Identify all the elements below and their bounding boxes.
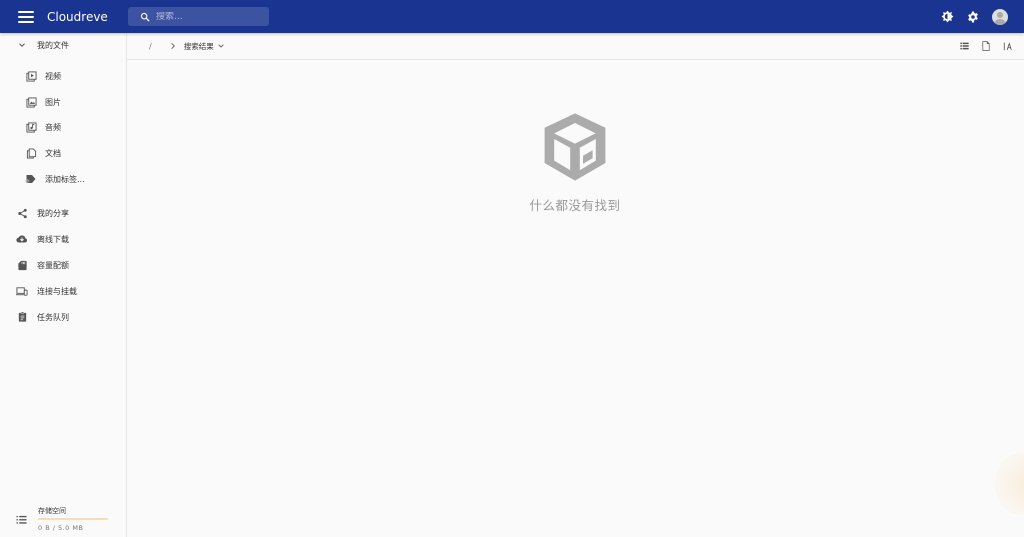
empty-state: 什么都没有找到 (520, 107, 630, 214)
sidebar-item-label: 任务队列 (37, 312, 69, 322)
sidebar-item-audio[interactable]: 音频 (0, 116, 126, 138)
tag-add-icon (25, 173, 37, 185)
sidebar-item-connections[interactable]: 连接与挂载 (0, 280, 126, 302)
sidebar-item-label: 音频 (45, 122, 61, 132)
sidebar-item-task-queue[interactable]: 任务队列 (0, 306, 126, 328)
brightness-icon (941, 10, 953, 23)
storage-progress-bar (38, 518, 108, 520)
breadcrumb-current-label: 搜索结果 (183, 41, 214, 51)
main-content: / 搜索结果 什么都没有找到 (127, 33, 1024, 537)
sidebar-item-label: 离线下载 (37, 234, 69, 244)
sort-button[interactable] (1002, 40, 1014, 52)
navigator-toolbar: / 搜索结果 (127, 33, 1024, 60)
cloud-download-icon (16, 233, 28, 245)
sidebar-item-image[interactable]: 图片 (0, 91, 126, 113)
sidebar-item-offline-download[interactable]: 离线下载 (0, 228, 126, 250)
video-file-icon (25, 70, 37, 82)
list-view-icon (959, 42, 969, 50)
search-icon (140, 12, 150, 21)
document-file-icon (25, 147, 37, 159)
chevron-down-icon[interactable] (16, 39, 28, 51)
storage-list-icon (16, 510, 27, 529)
storage-panel[interactable]: 存储空间 0 B / 5.0 MB (0, 503, 126, 537)
menu-icon[interactable] (18, 10, 34, 23)
sidebar-item-document[interactable]: 文档 (0, 142, 126, 164)
new-file-button[interactable] (980, 40, 992, 52)
breadcrumb-root[interactable]: / (149, 42, 152, 51)
theme-toggle-button[interactable] (938, 8, 956, 26)
sidebar-item-label: 我的文件 (37, 40, 69, 50)
sidebar-item-label: 容量配额 (37, 260, 69, 270)
sidebar-item-label: 文档 (45, 148, 61, 158)
sort-alpha-icon (1003, 41, 1012, 50)
chevron-down-icon (218, 44, 224, 48)
breadcrumb-current[interactable]: 搜索结果 (184, 41, 225, 52)
app-title[interactable]: Cloudreve (47, 10, 128, 24)
sidebar: 我的文件 视频 图片 音频 文档 添加标签... 我的分享 离线下载 容量配额 … (0, 33, 127, 537)
devices-icon (16, 285, 28, 297)
sidebar-item-label: 连接与挂载 (37, 286, 77, 296)
decorative-circle (992, 453, 1024, 515)
avatar[interactable] (992, 8, 1008, 25)
search-input[interactable] (156, 11, 256, 22)
gear-icon (968, 11, 978, 22)
sidebar-item-my-shares[interactable]: 我的分享 (0, 202, 126, 224)
search-box[interactable] (128, 7, 269, 26)
sidebar-item-label: 图片 (45, 97, 61, 107)
sidebar-item-video[interactable]: 视频 (0, 65, 126, 87)
app-bar: Cloudreve (0, 0, 1024, 33)
audio-file-icon (25, 121, 37, 133)
share-icon (16, 207, 28, 219)
empty-state-message: 什么都没有找到 (529, 198, 621, 213)
view-list-button[interactable] (958, 40, 970, 52)
image-file-icon (25, 96, 37, 108)
sidebar-item-my-files[interactable]: 我的文件 (0, 34, 126, 56)
empty-box-icon (544, 113, 606, 181)
clipboard-icon (16, 311, 28, 323)
sidebar-item-label: 视频 (45, 71, 61, 81)
sidebar-item-label: 我的分享 (37, 208, 69, 218)
storage-label: 存储空间 (38, 507, 66, 515)
sd-card-icon (16, 259, 28, 271)
storage-usage: 0 B / 5.0 MB (38, 524, 84, 532)
settings-button[interactable] (964, 8, 982, 26)
sidebar-item-label: 添加标签... (45, 174, 85, 184)
file-outline-icon (982, 41, 990, 51)
sidebar-item-quota[interactable]: 容量配额 (0, 254, 126, 276)
sidebar-item-add-tag[interactable]: 添加标签... (0, 168, 126, 190)
chevron-right-icon (169, 42, 177, 50)
